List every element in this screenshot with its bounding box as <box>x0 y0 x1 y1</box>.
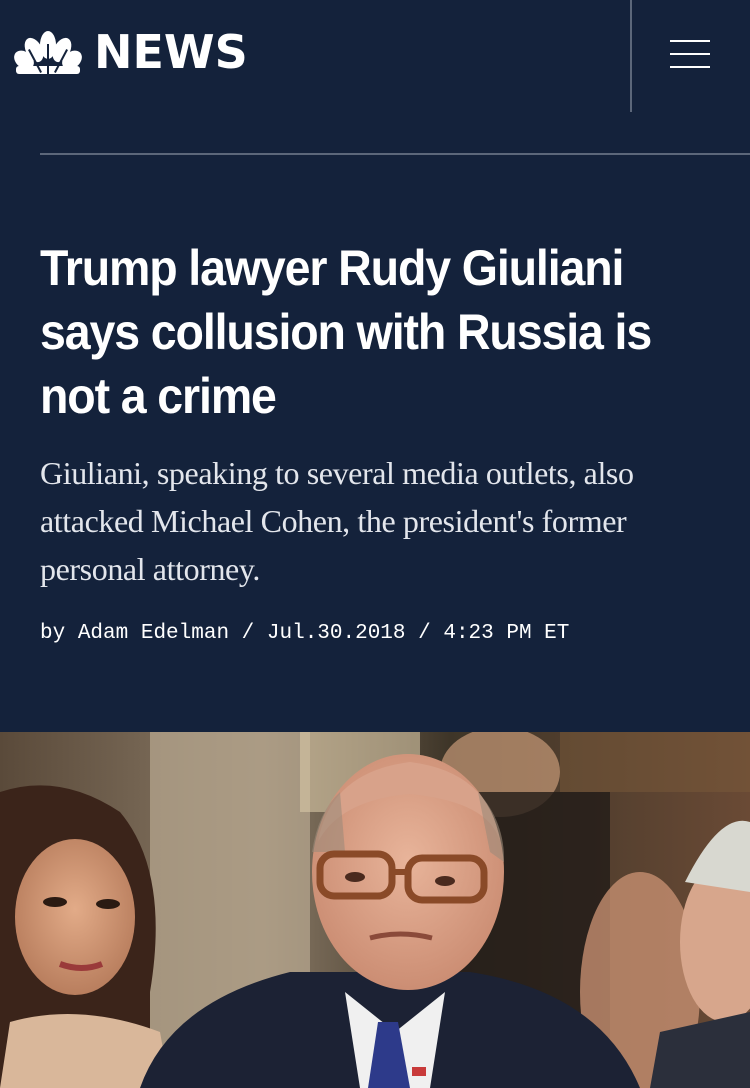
nbc-news-logo[interactable]: NEWS <box>14 28 248 76</box>
hamburger-menu-icon-line <box>670 53 710 55</box>
article-hero-image[interactable] <box>0 732 750 1088</box>
hero-photo-illustration <box>0 732 750 1088</box>
menu-button[interactable] <box>662 28 718 80</box>
byline: by Adam Edelman / Jul.30.2018 / 4:23 PM … <box>40 621 569 647</box>
byline-separator: / <box>241 622 255 645</box>
byline-date: Jul.30.2018 <box>266 622 406 645</box>
article-dek: Giuliani, speaking to several media outl… <box>40 455 634 587</box>
header-divider <box>630 0 632 112</box>
byline-author[interactable]: Adam Edelman <box>78 622 229 645</box>
logo-wordmark: NEWS <box>94 25 248 79</box>
byline-time: 4:23 PM ET <box>443 622 570 645</box>
hamburger-menu-icon <box>670 40 710 42</box>
byline-prefix: by <box>40 622 66 645</box>
site-header: NEWS <box>0 0 750 112</box>
byline-separator: / <box>418 622 431 645</box>
peacock-icon <box>14 31 82 74</box>
hamburger-menu-icon-line <box>670 66 710 68</box>
section-divider <box>40 153 750 155</box>
article-headline: Trump lawyer Rudy Giuliani says collusio… <box>40 240 652 424</box>
article-page: NEWS Trump lawyer Rudy Giuliani says col… <box>0 0 750 1088</box>
